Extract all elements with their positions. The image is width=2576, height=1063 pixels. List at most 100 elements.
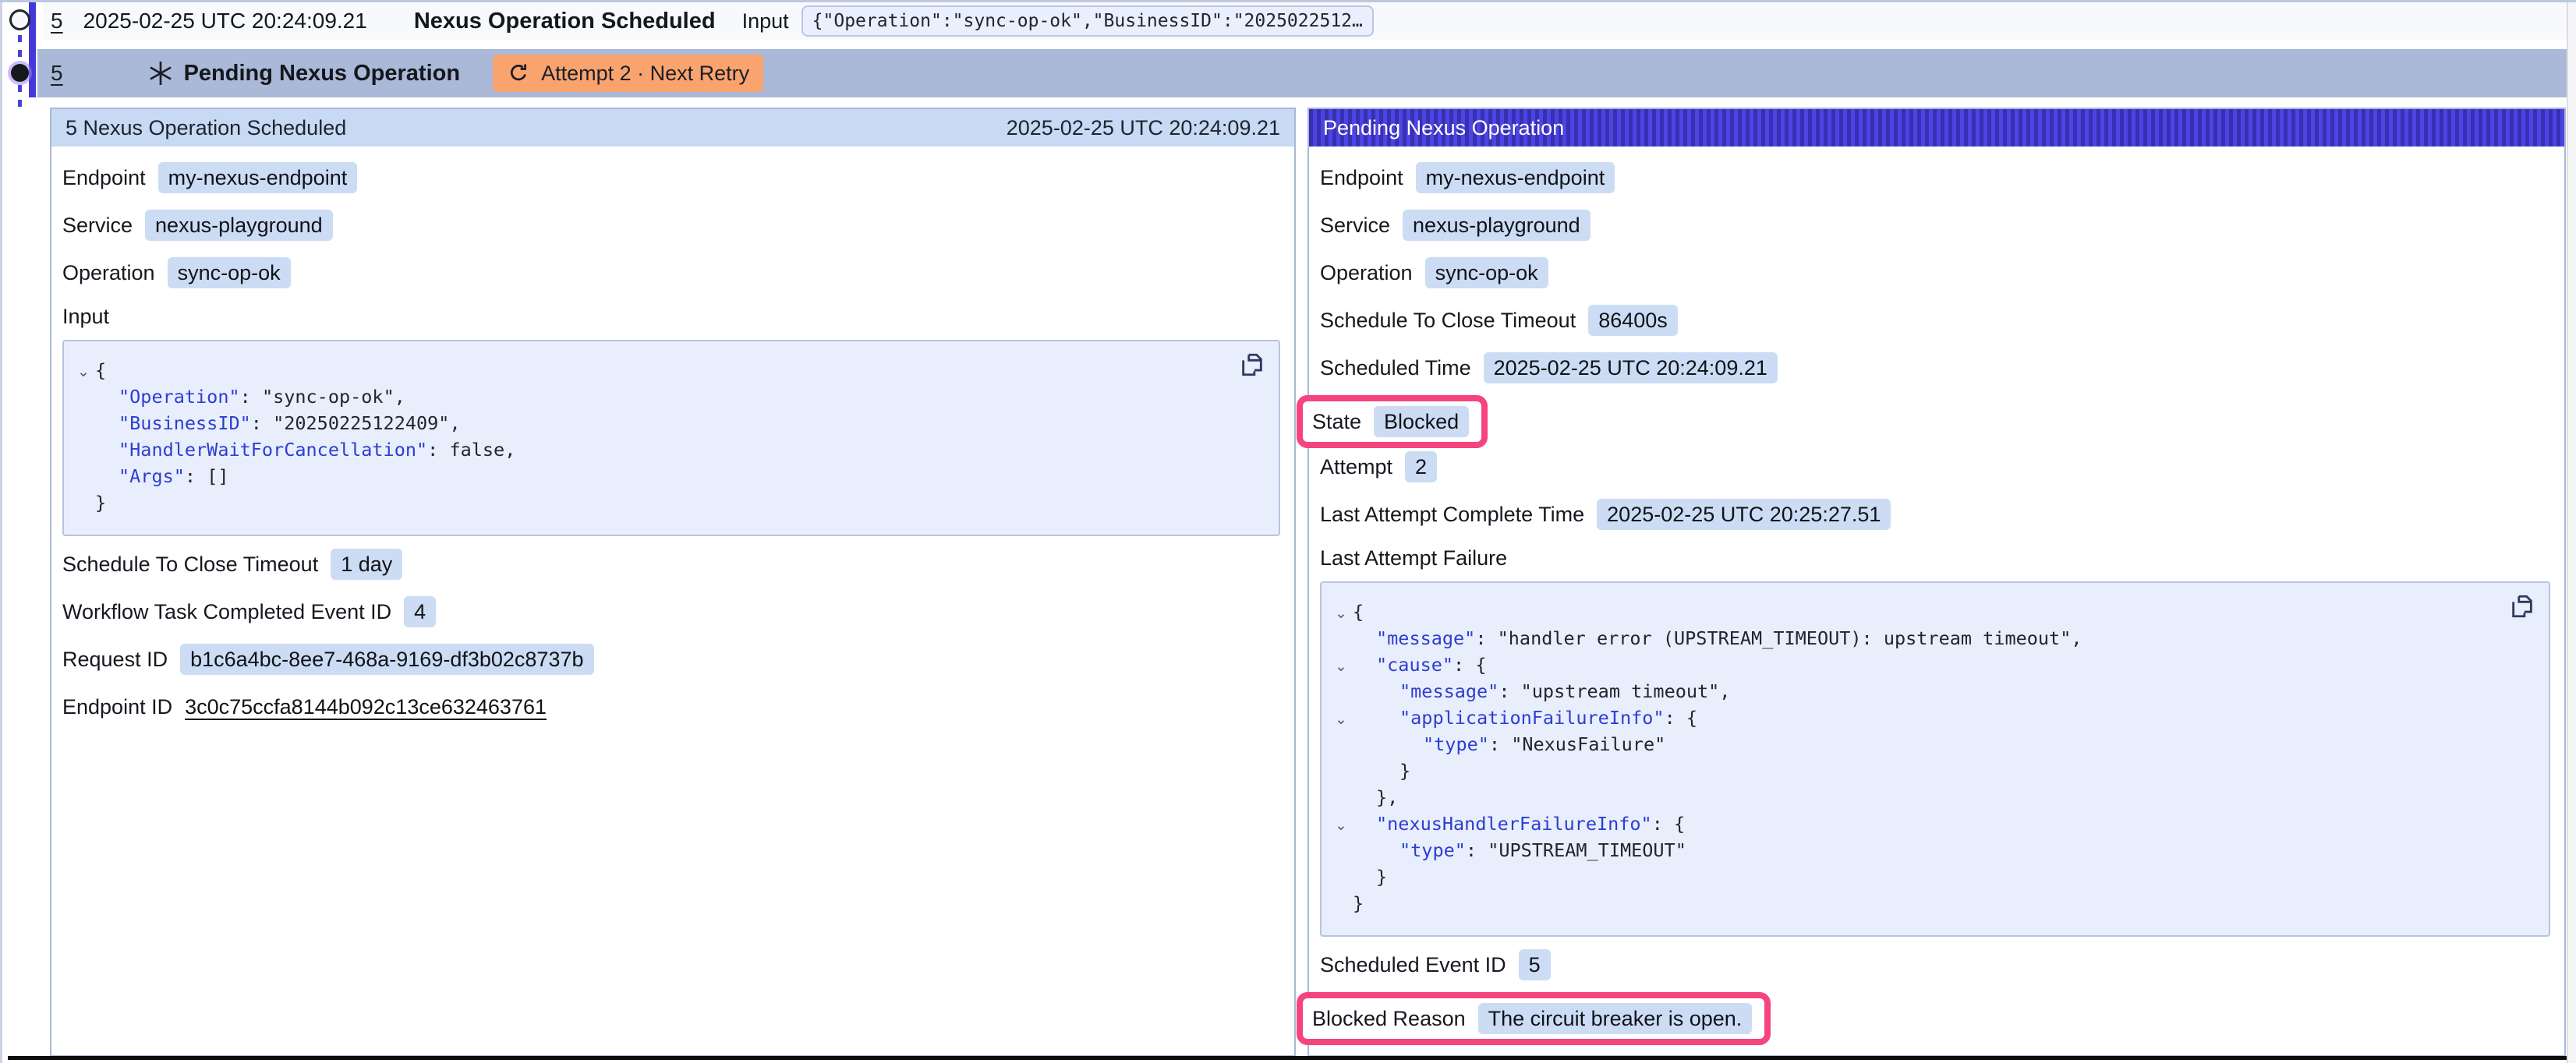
field-label: Blocked Reason [1312,1007,1466,1031]
field-label: Endpoint [1320,166,1403,190]
code-line: "Args": [] [72,463,1232,489]
field-value-state: Blocked [1374,406,1469,437]
event-name: Nexus Operation Scheduled [414,9,716,34]
field-value-schedule-to-close-timeout: 1 day [331,549,402,580]
field-operation: Operationsync-op-ok [1320,257,2552,288]
field-label: Endpoint [62,166,146,190]
asterisk-icon [147,59,175,87]
pending-operation-name: Pending Nexus Operation [184,61,461,87]
copy-icon[interactable] [2508,592,2536,622]
event-detail-panel-header: 5 Nexus Operation Scheduled 2025-02-25 U… [51,109,1294,147]
field-value-last-attempt-complete-time: 2025-02-25 UTC 20:25:27.51 [1597,499,1891,530]
field-label: Request ID [62,648,168,672]
collapse-chevron-icon[interactable]: ⌄ [1329,601,1353,627]
code-line: } [1329,863,2502,890]
event-input-preview[interactable]: {"Operation":"sync-op-ok","BusinessID":"… [801,5,1374,37]
collapse-chevron-icon[interactable]: ⌄ [1329,813,1353,839]
field-blocked-reason: Blocked Reason The circuit breaker is ope… [1312,1003,1752,1034]
field-label: Service [62,214,133,238]
field-label: Service [1320,214,1390,238]
field-label: Workflow Task Completed Event ID [62,600,391,624]
field-value-operation: sync-op-ok [168,257,291,288]
event-summary-row[interactable]: 5 2025-02-25 UTC 20:24:09.21 Nexus Opera… [43,2,2567,40]
highlight-annotation: Blocked Reason The circuit breaker is ope… [1297,992,1771,1045]
field-label: Operation [62,261,155,285]
field-value-service: nexus-playground [145,210,333,241]
field-value-scheduled-event-id: 5 [1519,949,1551,980]
attempt-status-badge: Attempt 2 · Next Retry [493,55,763,92]
code-line: "type": "UPSTREAM_TIMEOUT" [1329,837,2502,863]
field-value-operation: sync-op-ok [1425,257,1548,288]
field-label: Schedule To Close Timeout [1320,309,1576,333]
field-label: Scheduled Time [1320,356,1471,380]
collapse-chevron-icon[interactable]: ⌄ [72,359,95,386]
event-input-label: Input [742,9,789,34]
field-operation: Operation sync-op-ok [62,257,1282,288]
pending-operation-panel-header: Pending Nexus Operation [1309,109,2564,147]
field-attempt: Attempt 2 [1320,451,2552,482]
copy-icon[interactable] [1238,351,1266,380]
field-service: Service nexus-playground [62,210,1282,241]
code-line: ⌄{ [72,357,1232,383]
field-workflow-task-completed-event-id: Workflow Task Completed Event ID 4 [62,596,1282,627]
collapse-chevron-icon[interactable]: ⌄ [1329,654,1353,680]
code-line: "type": "NexusFailure" [1329,731,2502,758]
field-value-schedule-to-close-timeout: 86400s [1588,305,1678,336]
field-request-id: Request ID b1c6a4bc-8ee7-468a-9169-df3b02… [62,644,1282,675]
field-value-scheduled-time: 2025-02-25 UTC 20:24:09.21 [1484,352,1778,383]
field-endpoint-id: Endpoint ID 3c0c75ccfa8144b092c13ce632463… [62,691,1282,722]
field-value-attempt: 2 [1405,451,1437,482]
code-line: ⌄"cause": { [1329,652,2502,678]
timeline-node-filled-icon [11,64,29,82]
attempt-badge-label: Attempt 2 · Next Retry [541,62,749,86]
field-schedule-to-close-timeout: Schedule To Close Timeout 86400s [1320,305,2552,336]
field-label: Last Attempt Complete Time [1320,503,1584,527]
code-line: ⌄{ [1329,599,2502,625]
event-id-link[interactable]: 5 [51,9,63,34]
field-scheduled-time: Scheduled Time 2025-02-25 UTC 20:24:09.21 [1320,352,2552,383]
timeline-dashed-line [18,35,22,62]
pending-operation-row[interactable]: 5 Pending Nexus Operation Attempt 2 · Ne… [37,49,2567,97]
field-schedule-to-close-timeout: Schedule To Close Timeout 1 day [62,549,1282,580]
field-label: Endpoint ID [62,695,172,719]
bottom-divider [8,1056,2567,1060]
code-line: } [72,489,1232,516]
field-value-workflow-task-completed-event-id: 4 [404,596,436,627]
pending-operation-panel: Pending Nexus Operation Endpoint my-nexus… [1307,108,2566,1057]
field-value-service: nexus-playground [1403,210,1591,241]
timeline-node-open-icon [9,9,30,30]
field-value-endpoint: my-nexus-endpoint [1416,162,1615,193]
collapse-chevron-icon[interactable]: ⌄ [1329,707,1353,733]
code-line: "message": "handler error (UPSTREAM_TIME… [1329,625,2502,652]
field-label: Scheduled Event ID [1320,953,1506,977]
field-label: Attempt [1320,455,1392,479]
field-last-attempt-complete-time: Last Attempt Complete Time 2025-02-25 UTC… [1320,499,2552,530]
panel-title: 5 Nexus Operation Scheduled [65,116,346,140]
code-line: "HandlerWaitForCancellation": false, [72,436,1232,463]
field-endpoint: Endpoint my-nexus-endpoint [1320,162,2552,193]
field-state: State Blocked [1312,406,1469,437]
code-line: ⌄"nexusHandlerFailureInfo": { [1329,810,2502,837]
code-line: "Operation": "sync-op-ok", [72,383,1232,410]
field-endpoint: Endpoint my-nexus-endpoint [62,162,1282,193]
field-service: Service nexus-playground [1320,210,2552,241]
field-value-blocked-reason: The circuit breaker is open. [1478,1003,1753,1034]
timeline-dashed-line [18,85,22,110]
field-value-request-id: b1c6a4bc-8ee7-468a-9169-df3b02c8737b [180,644,593,675]
field-label: Schedule To Close Timeout [62,553,318,577]
field-value-endpoint: my-nexus-endpoint [158,162,358,193]
failure-group-label: Last Attempt Failure [1320,546,2552,570]
event-time: 2025-02-25 UTC 20:24:09.21 [83,9,367,34]
code-line: }, [1329,784,2502,810]
field-value-endpoint-id[interactable]: 3c0c75ccfa8144b092c13ce632463761 [185,695,547,719]
input-group-label: Input [62,305,1282,329]
pending-operation-content: Endpoint my-nexus-endpoint Service nexus-pl… [1309,147,2564,1055]
failure-json-block: ⌄{"message": "handler error (UPSTREAM_TI… [1320,581,2550,937]
code-line: "message": "upstream timeout", [1329,678,2502,705]
scrollbar-track[interactable] [2567,2,2576,1063]
panel-title: Pending Nexus Operation [1323,116,1564,140]
code-line: "BusinessID": "20250225122409", [72,410,1232,436]
field-label: State [1312,410,1361,434]
event-id-link[interactable]: 5 [51,61,63,86]
event-detail-panel: 5 Nexus Operation Scheduled 2025-02-25 U… [50,108,1296,1057]
